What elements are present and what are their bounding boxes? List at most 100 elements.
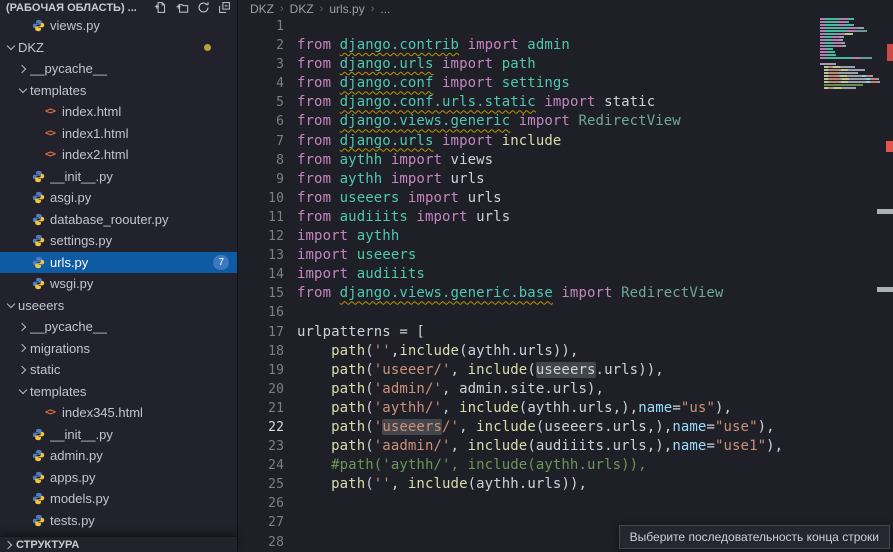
code-line[interactable]: 25 path('', include(aythh.urls)), xyxy=(238,475,893,494)
code-token: , xyxy=(442,381,459,397)
code-line[interactable]: 12import aythh xyxy=(238,227,893,246)
breadcrumb-item[interactable]: ... xyxy=(380,2,390,16)
line-text: path('aythh/', include(aythh.urls,),name… xyxy=(297,399,732,418)
code-token: useeers xyxy=(340,190,400,206)
code-token: '' xyxy=(374,343,391,359)
chevron-right-icon xyxy=(2,542,16,548)
overview-ruler-error-marker xyxy=(886,141,893,152)
tree-item-dkz[interactable]: DKZ xyxy=(0,37,237,59)
collapse-all-icon[interactable] xyxy=(218,1,231,14)
minimap-segment xyxy=(841,66,852,68)
code-line[interactable]: 26 xyxy=(238,494,893,513)
code-area[interactable]: 12from django.contrib import admin3from … xyxy=(238,17,893,552)
code-line[interactable]: 23 path('aadmin/', include(audiiits.urls… xyxy=(238,437,893,456)
code-line[interactable]: 21 path('aythh/', include(aythh.urls,),n… xyxy=(238,399,893,418)
tree-item-tests-py[interactable]: tests.py xyxy=(0,510,237,532)
tree-item-models-py[interactable]: models.py xyxy=(0,488,237,510)
tree-item-useeers[interactable]: useeers xyxy=(0,295,237,317)
outline-section-header[interactable]: СТРУКТУРА xyxy=(0,536,237,552)
code-line[interactable]: 5from django.conf.urls.static import sta… xyxy=(238,93,893,112)
code-token: ( xyxy=(365,438,374,454)
minimap-line xyxy=(820,48,884,50)
minimap-segment xyxy=(846,30,854,32)
code-token: admin xyxy=(527,37,570,53)
tree-item-templates[interactable]: templates xyxy=(0,381,237,403)
tree-item-admin-py[interactable]: admin.py xyxy=(0,445,237,467)
tree-item-asgi-py[interactable]: asgi.py xyxy=(0,187,237,209)
tree-item-pycache[interactable]: __pycache__ xyxy=(0,316,237,338)
code-line[interactable]: 11from audiiits import urls xyxy=(238,208,893,227)
tree-item-apps-py[interactable]: apps.py xyxy=(0,467,237,489)
new-folder-icon[interactable] xyxy=(175,1,189,14)
refresh-icon[interactable] xyxy=(197,1,210,14)
tree-item-index-html[interactable]: <>index.html xyxy=(0,101,237,123)
tree-item-label: DKZ xyxy=(18,40,44,55)
code-line[interactable]: 8from aythh import views xyxy=(238,151,893,170)
code-line[interactable]: 17urlpatterns = [ xyxy=(238,323,893,342)
line-number: 7 xyxy=(238,132,297,151)
chevron-down-icon xyxy=(4,45,18,49)
code-line[interactable]: 24 #path('aythh/', include(aythh.urls)), xyxy=(238,456,893,475)
code-line[interactable]: 10from useeers import urls xyxy=(238,189,893,208)
line-text: from useeers import urls xyxy=(297,189,502,208)
code-line[interactable]: 15from django.views.generic.base import … xyxy=(238,284,893,303)
code-line[interactable]: 18 path('',include(aythh.urls)), xyxy=(238,342,893,361)
breadcrumb-item[interactable]: DKZ xyxy=(290,2,314,16)
minimap[interactable] xyxy=(820,15,884,99)
tree-item-wsgi-py[interactable]: wsgi.py xyxy=(0,273,237,295)
code-token: from xyxy=(297,94,340,110)
code-line[interactable]: 16 xyxy=(238,303,893,322)
code-token: django.views.generic.base xyxy=(340,285,553,301)
tree-item-views-py[interactable]: views.py xyxy=(0,15,237,37)
code-token: aythh.urls, xyxy=(527,400,621,416)
code-token: path xyxy=(331,438,365,454)
tree-item-database-roouter-py[interactable]: database_roouter.py xyxy=(0,209,237,231)
minimap-segment xyxy=(841,42,845,44)
minimap-segment xyxy=(825,45,833,47)
code-line[interactable]: 2from django.contrib import admin xyxy=(238,36,893,55)
tree-item-templates[interactable]: templates xyxy=(0,80,237,102)
python-file-icon xyxy=(30,212,46,226)
code-line[interactable]: 20 path('admin/', admin.site.urls), xyxy=(238,380,893,399)
new-file-icon[interactable] xyxy=(154,1,167,14)
code-token: ( xyxy=(365,419,374,435)
code-token: import xyxy=(433,133,501,149)
code-line[interactable]: 13import useeers xyxy=(238,246,893,265)
tree-item-index2-html[interactable]: <>index2.html xyxy=(0,144,237,166)
code-line[interactable]: 9from aythh import urls xyxy=(238,170,893,189)
tree-item-pycache[interactable]: __pycache__ xyxy=(0,58,237,80)
code-line[interactable]: 22 path('useeers/', include(useeers.urls… xyxy=(238,418,893,437)
tree-item-migrations[interactable]: migrations xyxy=(0,338,237,360)
minimap-segment xyxy=(848,18,853,20)
code-token: import xyxy=(382,152,450,168)
code-line[interactable]: 19 path('useeer/', include(useeers.urls)… xyxy=(238,361,893,380)
code-line[interactable]: 7from django.urls import include xyxy=(238,132,893,151)
code-token: include xyxy=(476,419,536,435)
minimap-line xyxy=(820,33,884,35)
minimap-line xyxy=(820,54,884,56)
line-text: from django.views.generic.base import Re… xyxy=(297,284,723,303)
tree-item-init-py[interactable]: __init__.py xyxy=(0,424,237,446)
minimap-segment xyxy=(840,18,848,20)
tree-item-static[interactable]: static xyxy=(0,359,237,381)
code-token: include xyxy=(502,133,562,149)
code-token: RedirectView xyxy=(621,285,723,301)
tree-item-urls-py[interactable]: urls.py7 xyxy=(0,252,237,274)
tree-item-label: wsgi.py xyxy=(50,276,93,291)
tree-item-settings-py[interactable]: settings.py xyxy=(0,230,237,252)
minimap-segment xyxy=(877,78,879,80)
code-line[interactable]: 4from django.conf import settings xyxy=(238,74,893,93)
tree-item-index1-html[interactable]: <>index1.html xyxy=(0,123,237,145)
code-line[interactable]: 1 xyxy=(238,17,893,36)
code-line[interactable]: 3from django.urls import path xyxy=(238,55,893,74)
code-line[interactable]: 6from django.views.generic import Redire… xyxy=(238,112,893,131)
tree-item-init-py[interactable]: __init__.py xyxy=(0,166,237,188)
breadcrumb-item[interactable]: urls.py xyxy=(329,2,364,16)
tree-item-index345-html[interactable]: <>index345.html xyxy=(0,402,237,424)
tree-item-label: apps.py xyxy=(50,470,96,485)
minimap-line xyxy=(820,78,884,80)
breadcrumb-item[interactable]: DKZ xyxy=(250,2,274,16)
code-token: .urls)), xyxy=(596,362,664,378)
code-line[interactable]: 14import audiiits xyxy=(238,265,893,284)
code-token: '' xyxy=(374,476,391,492)
